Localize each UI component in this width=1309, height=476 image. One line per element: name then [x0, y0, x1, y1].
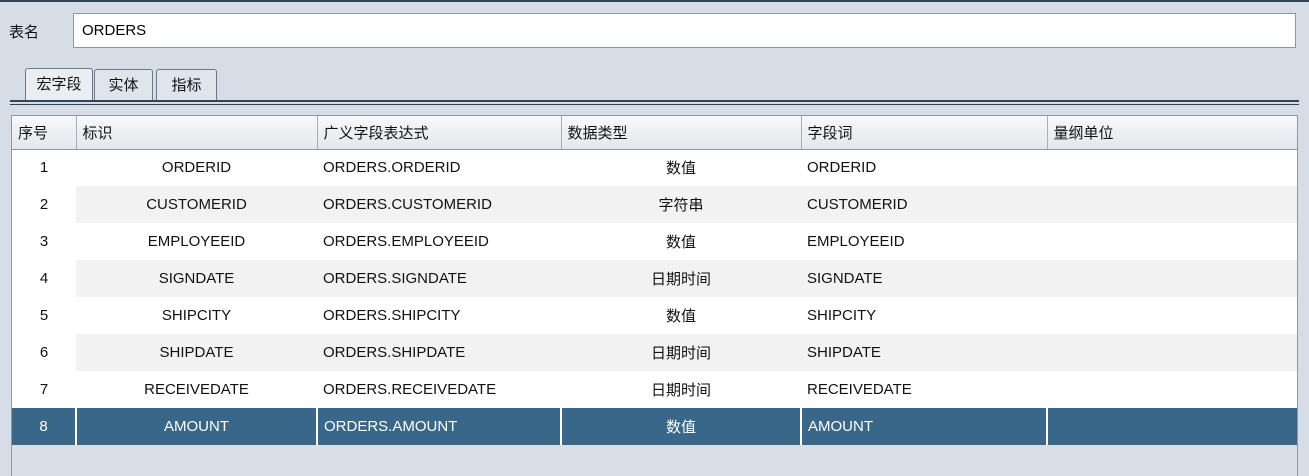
cell-id[interactable]: RECEIVEDATE — [76, 371, 317, 408]
table-row[interactable]: 5 SHIPCITY ORDERS.SHIPCITY 数值 SHIPCITY — [12, 297, 1297, 334]
cell-data-type[interactable]: 数值 — [561, 297, 801, 334]
column-header-id[interactable]: 标识 — [76, 116, 318, 150]
cell-id[interactable]: CUSTOMERID — [76, 186, 317, 223]
tab-metrics[interactable]: 指标 — [156, 69, 217, 100]
column-header-data-type[interactable]: 数据类型 — [561, 116, 802, 150]
cell-data-type[interactable]: 字符串 — [561, 186, 801, 223]
cell-id[interactable]: ORDERID — [76, 149, 317, 186]
column-header-seq[interactable]: 序号 — [12, 116, 77, 150]
cell-field-word[interactable]: SHIPCITY — [801, 297, 1047, 334]
cell-data-type[interactable]: 日期时间 — [561, 371, 801, 408]
cell-field-word[interactable]: ORDERID — [801, 149, 1047, 186]
cell-field-word[interactable]: AMOUNT — [800, 408, 1047, 445]
cell-seq: 1 — [12, 149, 76, 186]
table-name-input[interactable] — [73, 13, 1296, 48]
cell-field-word[interactable]: EMPLOYEEID — [801, 223, 1047, 260]
cell-expression[interactable]: ORDERS.SHIPDATE — [317, 334, 561, 371]
cell-expression[interactable]: ORDERS.ORDERID — [317, 149, 561, 186]
cell-expression[interactable]: ORDERS.AMOUNT — [316, 408, 561, 445]
cell-seq: 6 — [12, 334, 76, 371]
table-header-row: 序号 标识 广义字段表达式 数据类型 字段词 量纲单位 — [12, 116, 1297, 150]
fields-table: 序号 标识 广义字段表达式 数据类型 字段词 量纲单位 1 ORDERID OR… — [11, 115, 1298, 476]
cell-id[interactable]: SIGNDATE — [76, 260, 317, 297]
cell-field-word[interactable]: SIGNDATE — [801, 260, 1047, 297]
cell-data-type[interactable]: 日期时间 — [561, 260, 801, 297]
cell-unit[interactable] — [1047, 186, 1297, 223]
table-row[interactable]: 7 RECEIVEDATE ORDERS.RECEIVEDATE 日期时间 RE… — [12, 371, 1297, 408]
cell-expression[interactable]: ORDERS.SHIPCITY — [317, 297, 561, 334]
tab-divider-secondary — [10, 104, 1299, 105]
column-header-field-word[interactable]: 字段词 — [801, 116, 1048, 150]
tab-entity[interactable]: 实体 — [94, 69, 153, 100]
table-row[interactable]: 6 SHIPDATE ORDERS.SHIPDATE 日期时间 SHIPDATE — [12, 334, 1297, 371]
top-border — [0, 0, 1309, 2]
cell-expression[interactable]: ORDERS.SIGNDATE — [317, 260, 561, 297]
cell-unit[interactable] — [1047, 371, 1297, 408]
cell-data-type[interactable]: 数值 — [561, 149, 801, 186]
column-header-unit[interactable]: 量纲单位 — [1047, 116, 1297, 150]
cell-field-word[interactable]: CUSTOMERID — [801, 186, 1047, 223]
cell-id[interactable]: EMPLOYEEID — [76, 223, 317, 260]
cell-expression[interactable]: ORDERS.RECEIVEDATE — [317, 371, 561, 408]
cell-id[interactable]: SHIPDATE — [76, 334, 317, 371]
cell-data-type[interactable]: 数值 — [561, 223, 801, 260]
cell-id[interactable]: SHIPCITY — [76, 297, 317, 334]
tab-divider — [10, 100, 1299, 102]
cell-data-type[interactable]: 日期时间 — [561, 334, 801, 371]
cell-seq: 2 — [12, 186, 76, 223]
table-name-row: 表名 — [0, 10, 1309, 48]
cell-unit[interactable] — [1047, 334, 1297, 371]
table-name-label: 表名 — [9, 23, 40, 41]
cell-unit[interactable] — [1047, 260, 1297, 297]
table-row[interactable]: 3 EMPLOYEEID ORDERS.EMPLOYEEID 数值 EMPLOY… — [12, 223, 1297, 260]
cell-unit[interactable] — [1047, 149, 1297, 186]
cell-unit[interactable] — [1047, 297, 1297, 334]
cell-seq: 8 — [12, 408, 76, 445]
cell-unit[interactable] — [1046, 408, 1297, 445]
table-row[interactable]: 1 ORDERID ORDERS.ORDERID 数值 ORDERID — [12, 149, 1297, 186]
cell-field-word[interactable]: SHIPDATE — [801, 334, 1047, 371]
cell-unit[interactable] — [1047, 223, 1297, 260]
cell-seq: 4 — [12, 260, 76, 297]
cell-id[interactable]: AMOUNT — [75, 408, 317, 445]
cell-expression[interactable]: ORDERS.EMPLOYEEID — [317, 223, 561, 260]
table-row[interactable]: 2 CUSTOMERID ORDERS.CUSTOMERID 字符串 CUSTO… — [12, 186, 1297, 223]
table-row-selected[interactable]: 8 AMOUNT ORDERS.AMOUNT 数值 AMOUNT — [12, 408, 1297, 445]
cell-field-word[interactable]: RECEIVEDATE — [801, 371, 1047, 408]
tab-macro-fields[interactable]: 宏字段 — [25, 68, 93, 100]
cell-expression[interactable]: ORDERS.CUSTOMERID — [317, 186, 561, 223]
cell-seq: 7 — [12, 371, 76, 408]
cell-data-type[interactable]: 数值 — [560, 408, 801, 445]
table-row[interactable]: 4 SIGNDATE ORDERS.SIGNDATE 日期时间 SIGNDATE — [12, 260, 1297, 297]
column-header-expression[interactable]: 广义字段表达式 — [317, 116, 562, 150]
cell-seq: 5 — [12, 297, 76, 334]
cell-seq: 3 — [12, 223, 76, 260]
